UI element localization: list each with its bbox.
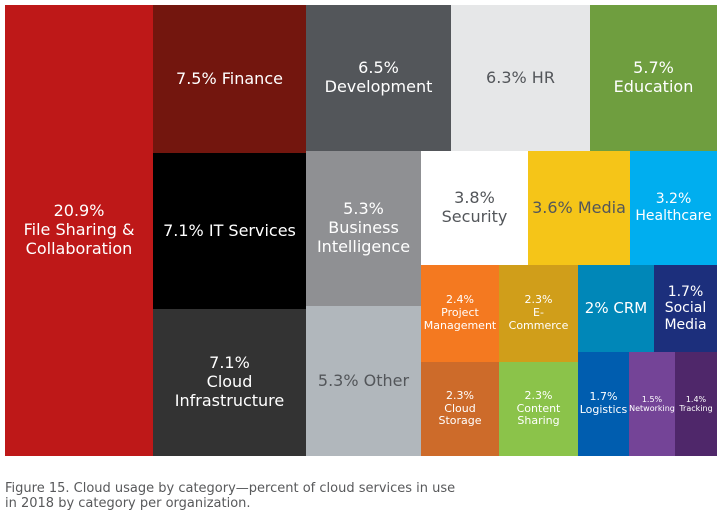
treemap-cell-tracking: 1.4% Tracking bbox=[675, 352, 717, 456]
treemap-cell-development: 6.5% Development bbox=[306, 5, 451, 151]
treemap-cell-label: 2.3% Cloud Storage bbox=[438, 388, 482, 428]
treemap-cell-media: 3.6% Media bbox=[528, 151, 630, 265]
treemap-cell-label: 20.9% File Sharing & Collaboration bbox=[23, 201, 135, 258]
treemap-cell-project-management: 2.4% Project Management bbox=[421, 265, 499, 362]
treemap-cell-it-services: 7.1% IT Services bbox=[153, 153, 306, 309]
treemap-cell-networking: 1.5% Networking bbox=[629, 352, 675, 456]
treemap-cell-security: 3.8% Security bbox=[421, 151, 528, 265]
treemap-cell-cloud-infrastructure: 7.1% Cloud Infrastructure bbox=[153, 309, 306, 456]
treemap-cell-other: 5.3% Other bbox=[306, 306, 421, 456]
treemap-cell-label: 1.5% Networking bbox=[629, 394, 675, 413]
treemap-cell-label: 7.1% Cloud Infrastructure bbox=[174, 353, 285, 410]
treemap-cell-label: 2% CRM bbox=[584, 298, 648, 317]
treemap-cell-content-sharing: 2.3% Content Sharing bbox=[499, 362, 578, 456]
treemap-cell-label: 3.8% Security bbox=[441, 188, 508, 226]
treemap-cell-label: 1.7% Logistics bbox=[579, 390, 628, 416]
treemap-cell-label: 6.5% Development bbox=[324, 58, 433, 96]
treemap-cell-business-intelligence: 5.3% Business Intelligence bbox=[306, 151, 421, 306]
treemap-cell-label: 1.7% Social Media bbox=[664, 283, 707, 333]
treemap-cell-label: 1.4% Tracking bbox=[679, 394, 713, 413]
treemap-cell-crm: 2% CRM bbox=[578, 265, 654, 352]
treemap-cell-file-sharing-and-collaboration: 20.9% File Sharing & Collaboration bbox=[5, 5, 153, 456]
treemap-cell-logistics: 1.7% Logistics bbox=[578, 352, 629, 456]
treemap-cell-label: 2.3% Content Sharing bbox=[516, 388, 561, 428]
treemap-cell-label: 7.5% Finance bbox=[176, 68, 283, 88]
treemap-cell-education: 5.7% Education bbox=[590, 5, 717, 151]
treemap-cell-label: 5.7% Education bbox=[613, 58, 694, 96]
treemap-cell-hr: 6.3% HR bbox=[451, 5, 590, 151]
treemap-cell-label: 5.3% Business Intelligence bbox=[316, 199, 411, 256]
treemap-cell-label: 7.1% IT Services bbox=[163, 220, 296, 240]
treemap-cell-label: 5.3% Other bbox=[317, 370, 410, 390]
treemap-cell-label: 3.2% Healthcare bbox=[635, 191, 712, 224]
treemap-cell-label: 6.3% HR bbox=[486, 67, 555, 87]
treemap-cell-cloud-storage: 2.3% Cloud Storage bbox=[421, 362, 499, 456]
treemap-chart: 20.9% File Sharing & Collaboration 7.5% F… bbox=[0, 0, 723, 460]
figure-caption: Figure 15. Cloud usage by category—perce… bbox=[5, 481, 456, 511]
treemap-cell-healthcare: 3.2% Healthcare bbox=[630, 151, 717, 265]
treemap-cell-finance: 7.5% Finance bbox=[153, 5, 306, 153]
treemap-cell-label: 3.6% Media bbox=[532, 197, 626, 217]
treemap-cell-social-media: 1.7% Social Media bbox=[654, 265, 717, 352]
treemap-cell-label: 2.3% E- Commerce bbox=[508, 293, 569, 332]
treemap-cell-e-commerce: 2.3% E- Commerce bbox=[499, 265, 578, 362]
treemap-cell-label: 2.4% Project Management bbox=[423, 293, 497, 332]
